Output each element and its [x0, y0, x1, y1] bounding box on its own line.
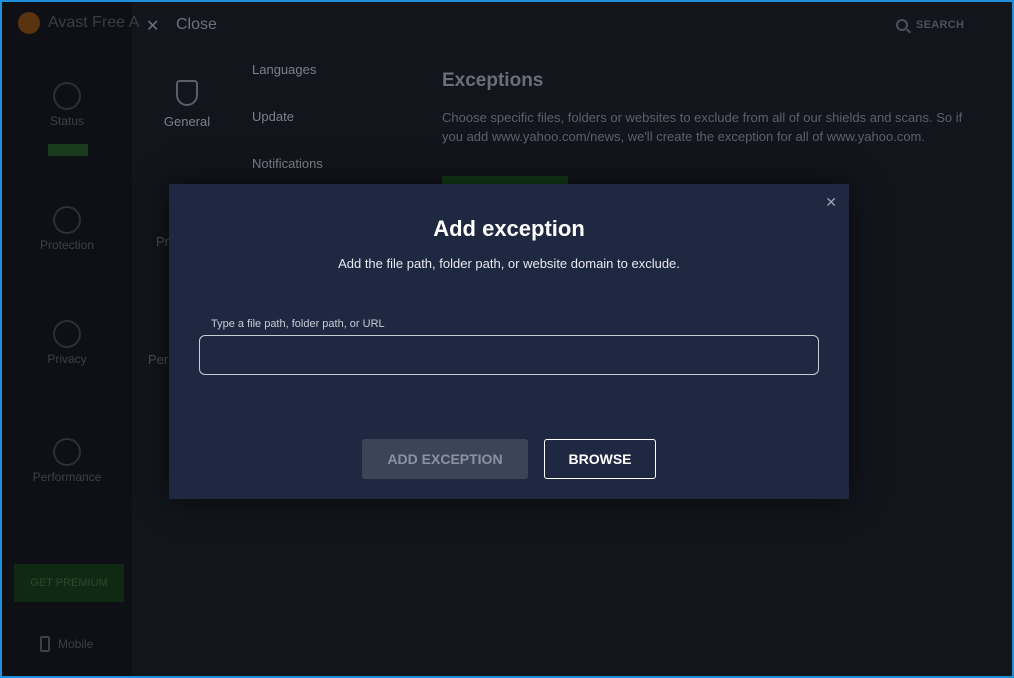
path-field-label: Type a file path, folder path, or URL: [211, 318, 385, 330]
add-exception-page-button[interactable]: [442, 176, 568, 184]
search-icon: [896, 19, 908, 31]
search-label: SEARCH: [916, 19, 965, 31]
app-name: Avast Free A: [48, 14, 140, 31]
avast-logo-icon: [18, 12, 40, 34]
submenu-update[interactable]: Update: [252, 109, 294, 124]
shield-icon: [176, 80, 198, 106]
gauge-icon: [53, 438, 81, 466]
submenu-languages[interactable]: Languages: [252, 62, 316, 77]
sidebar-item-status[interactable]: Status: [2, 82, 132, 128]
add-exception-button[interactable]: ADD EXCEPTION: [362, 439, 528, 479]
category-general[interactable]: General: [152, 80, 222, 129]
category-label: General: [163, 114, 211, 129]
close-icon[interactable]: ✕: [825, 194, 837, 211]
status-icon: [53, 82, 81, 110]
active-indicator: [48, 144, 88, 156]
lock-icon: [53, 206, 81, 234]
left-sidebar: Avast Free A Status Protection Privacy P…: [2, 2, 139, 676]
category-performance[interactable]: Per: [148, 352, 168, 367]
app-window: Avast Free A Status Protection Privacy P…: [0, 0, 1014, 678]
dialog-subtitle: Add the file path, folder path, or websi…: [338, 256, 680, 271]
page-title: Exceptions: [442, 70, 544, 91]
search-button[interactable]: SEARCH: [896, 19, 964, 31]
sidebar-item-label: Mobile: [58, 637, 94, 651]
get-premium-button[interactable]: GET PREMIUM: [14, 564, 124, 602]
sidebar-item-performance[interactable]: Performance: [2, 438, 132, 484]
sidebar-item-privacy[interactable]: Privacy: [2, 320, 132, 366]
phone-icon: [40, 636, 50, 652]
sidebar-item-label: Status: [49, 114, 85, 128]
browse-button[interactable]: BROWSE: [544, 439, 656, 479]
sidebar-item-protection[interactable]: Protection: [2, 144, 132, 252]
dialog-title: Add exception: [433, 216, 585, 241]
sidebar-item-label: Protection: [39, 238, 95, 252]
brand: Avast Free A: [18, 12, 139, 34]
sidebar-item-label: Privacy: [47, 352, 87, 366]
fingerprint-icon: [53, 320, 81, 348]
sidebar-item-label: Performance: [32, 470, 102, 484]
path-input[interactable]: [199, 335, 819, 375]
close-button[interactable]: Close: [176, 16, 217, 34]
close-icon[interactable]: ✕: [146, 16, 159, 36]
sidebar-item-mobile[interactable]: Mobile: [40, 636, 93, 652]
category-protection[interactable]: Pr: [156, 234, 169, 249]
add-exception-dialog: ✕ Add exception Add the file path, folde…: [169, 184, 849, 499]
page-description: Choose specific files, folders or websit…: [442, 110, 963, 144]
submenu-notifications[interactable]: Notifications: [252, 156, 323, 171]
